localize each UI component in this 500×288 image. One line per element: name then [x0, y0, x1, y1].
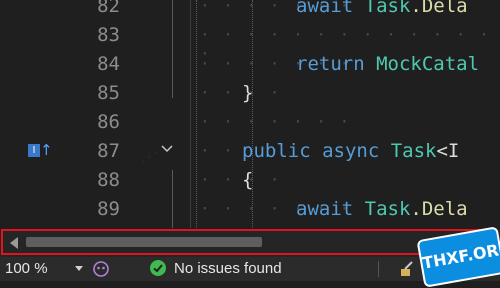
up-arrow-icon: ↑ — [40, 141, 53, 159]
code-token: MockCatal — [376, 53, 480, 75]
code-text: await Task.Dela — [296, 0, 468, 21]
line-number: 83 — [97, 24, 120, 46]
status-divider — [378, 261, 379, 277]
code-text: { — [242, 166, 253, 195]
zoom-level[interactable]: 100 % — [5, 260, 48, 278]
check-circle-icon[interactable] — [150, 260, 166, 276]
scrollbar-thumb[interactable] — [26, 237, 262, 247]
code-line[interactable]: 85 · · · ·} — [0, 79, 500, 108]
code-token: Task — [364, 198, 411, 220]
scroll-left-arrow-icon[interactable] — [8, 236, 20, 250]
code-token: Task — [390, 140, 437, 162]
code-line[interactable]: 88 · · · ·{ — [0, 166, 500, 195]
line-number: 89 — [97, 198, 120, 220]
line-number: 84 — [97, 53, 120, 75]
whitespace-dots: · · · · — [200, 83, 282, 102]
code-text: public async Task<I — [242, 137, 459, 166]
code-token: await — [296, 0, 365, 17]
code-token: { — [242, 169, 254, 191]
line-number: 90 — [60, 224, 120, 228]
issues-status-text[interactable]: No issues found — [174, 260, 282, 278]
code-token: Task — [364, 0, 411, 17]
code-token: .Dela — [410, 198, 468, 220]
code-line[interactable]: 89 · · · · · · · await Task.Dela — [0, 195, 500, 224]
code-line[interactable]: 90· · · · · · · · · · · · · · — [0, 224, 500, 228]
code-token: return — [296, 53, 377, 75]
code-line[interactable]: 83 · · · · · · · · · · · · · · — [0, 21, 500, 63]
code-text: return MockCatal — [296, 50, 479, 79]
line-number: 88 — [97, 169, 120, 191]
code-token: public — [242, 140, 323, 162]
copilot-icon[interactable] — [92, 260, 110, 278]
whitespace-dots: · · · · — [200, 170, 282, 189]
line-number: 86 — [97, 111, 120, 133]
code-token: async — [322, 140, 391, 162]
code-line[interactable]: 86 · · · · · · · — [0, 108, 500, 137]
code-text: } — [242, 79, 253, 108]
line-number: 82 — [97, 0, 120, 17]
code-token: await — [296, 198, 365, 220]
codelens-reference-icon[interactable]: I ↑ — [28, 140, 56, 160]
code-token: } — [242, 82, 254, 104]
code-editor[interactable]: 82 · · · · · · · await Task.Dela 83 · · · · … — [0, 0, 500, 228]
line-number: 85 — [97, 82, 120, 104]
code-line[interactable]: 87 · · · · public async Task<I — [0, 137, 500, 166]
code-line[interactable]: 84 · · · · · · · return MockCatal — [0, 50, 500, 79]
code-token: .Dela — [410, 0, 468, 17]
code-text: await Task.Dela — [296, 195, 468, 224]
line-number: 87 — [97, 140, 120, 162]
whitespace-dots: · · · · · · · — [200, 112, 352, 131]
reference-badge: I — [28, 144, 40, 157]
code-line[interactable]: 82 · · · · · · · await Task.Dela — [0, 0, 500, 21]
zoom-dropdown-icon[interactable] — [74, 265, 84, 273]
paintbrush-icon[interactable] — [398, 260, 418, 278]
code-token: <I — [436, 140, 460, 162]
